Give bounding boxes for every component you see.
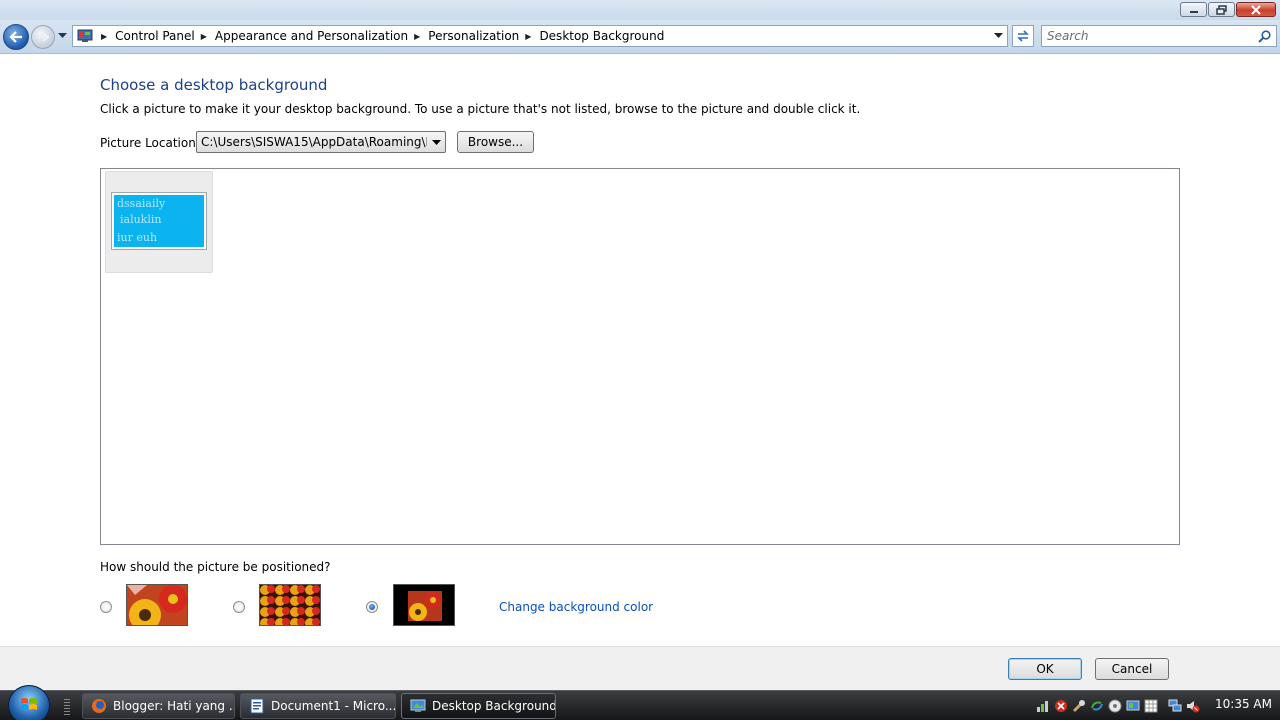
breadcrumb-desktop-background[interactable]: Desktop Background: [539, 29, 664, 43]
close-icon: [1251, 4, 1261, 15]
address-dropdown-icon[interactable]: [994, 33, 1003, 39]
sync-icon[interactable]: [1090, 699, 1104, 713]
taskbar-item-label: Blogger: Hati yang ...: [113, 699, 235, 713]
back-button[interactable]: [3, 24, 29, 50]
firefox-icon: [92, 699, 106, 713]
network-computers-icon[interactable]: [1168, 699, 1182, 713]
search-icon[interactable]: [1258, 30, 1271, 43]
windows-logo-icon: [21, 698, 37, 710]
thumbnail-text-line: dssaiaily: [117, 197, 166, 210]
window-controls: [1180, 2, 1276, 17]
position-question: How should the picture be positioned?: [100, 560, 331, 574]
position-center-preview[interactable]: [393, 584, 455, 626]
picture-location-label: Picture Location: [100, 136, 196, 150]
ok-button[interactable]: OK: [1008, 658, 1082, 680]
thumbnail-text-line: ialuklin: [120, 213, 161, 226]
search-box[interactable]: [1041, 25, 1277, 47]
title-bar: [0, 0, 1280, 20]
position-tile-radio[interactable]: [233, 601, 245, 613]
position-center-radio[interactable]: [366, 601, 378, 613]
network-signal-icon[interactable]: [1036, 699, 1050, 713]
taskbar-item-desktop-background[interactable]: Desktop Background: [401, 693, 556, 719]
navigation-bar: ▶ Control Panel ▶ Appearance and Persona…: [0, 20, 1280, 54]
taskbar-item-blogger[interactable]: Blogger: Hati yang ...: [82, 693, 235, 719]
position-fit-preview[interactable]: [126, 584, 188, 626]
flower-preview-icon: [127, 585, 187, 625]
arrow-left-icon: [9, 31, 22, 43]
refresh-icon: [1017, 30, 1029, 42]
taskbar-item-label: Desktop Background: [432, 699, 556, 713]
flower-center-preview-icon: [394, 585, 454, 625]
desktop-background-icon: [410, 699, 426, 712]
antivirus-icon[interactable]: [1054, 699, 1068, 713]
taskbar-grip[interactable]: [64, 699, 70, 715]
dialog-button-bar: OK Cancel: [0, 646, 1280, 690]
chevron-down-icon: [432, 140, 441, 145]
minimize-icon: [1189, 10, 1198, 13]
breadcrumb-separator-icon[interactable]: ▶: [101, 32, 107, 41]
restore-icon: [1215, 4, 1227, 15]
breadcrumb-separator-icon[interactable]: ▶: [525, 32, 531, 41]
picture-gallery[interactable]: dssaiaily ialuklin iur euh: [100, 168, 1180, 545]
flower-tile-preview-icon: [260, 585, 320, 625]
breadcrumb-separator-icon[interactable]: ▶: [201, 32, 207, 41]
breadcrumb-separator-icon[interactable]: ▶: [414, 32, 420, 41]
taskbar-item-label: Document1 - Micro...: [271, 699, 396, 713]
picture-thumbnail[interactable]: dssaiaily ialuklin iur euh: [105, 171, 213, 273]
thumbnail-picture: dssaiaily ialuklin iur euh: [117, 197, 166, 244]
breadcrumb: ▶ Control Panel ▶ Appearance and Persona…: [97, 29, 664, 43]
minimize-button[interactable]: [1180, 2, 1207, 17]
control-panel-icon: [77, 29, 93, 42]
volume-muted-icon[interactable]: [1186, 699, 1200, 713]
search-input[interactable]: [1047, 29, 1257, 43]
start-button[interactable]: [8, 685, 50, 720]
close-button[interactable]: [1236, 2, 1276, 17]
refresh-button[interactable]: [1012, 25, 1034, 47]
calendar-grid-icon[interactable]: [1144, 699, 1158, 713]
browse-button[interactable]: Browse...: [457, 131, 534, 153]
word-icon: [250, 698, 264, 714]
monitor-app-icon[interactable]: [1126, 699, 1140, 713]
address-bar[interactable]: ▶ Control Panel ▶ Appearance and Persona…: [72, 25, 1008, 47]
arrow-right-icon: [38, 32, 49, 42]
picture-location-dropdown[interactable]: C:\Users\SISWA15\AppData\Roaming\Micr: [196, 131, 446, 153]
change-background-color-link[interactable]: Change background color: [499, 600, 653, 614]
picture-location-value: C:\Users\SISWA15\AppData\Roaming\Micr: [201, 135, 427, 149]
thumbnail-text-line: iur euh: [117, 231, 157, 244]
tools-icon[interactable]: [1072, 699, 1086, 713]
position-fit-radio[interactable]: [100, 601, 112, 613]
breadcrumb-control-panel[interactable]: Control Panel: [115, 29, 195, 43]
content-area: Choose a desktop background Click a pict…: [0, 55, 1280, 646]
taskbar-item-document1[interactable]: Document1 - Micro...: [240, 693, 396, 719]
cancel-button[interactable]: Cancel: [1095, 658, 1169, 680]
breadcrumb-appearance-personalization[interactable]: Appearance and Personalization: [215, 29, 408, 43]
breadcrumb-personalization[interactable]: Personalization: [428, 29, 519, 43]
recent-pages-dropdown-icon[interactable]: [58, 33, 67, 39]
restore-button[interactable]: [1208, 2, 1235, 17]
page-description: Click a picture to make it your desktop …: [100, 102, 861, 116]
page-title: Choose a desktop background: [100, 76, 328, 94]
forward-button[interactable]: [31, 25, 55, 49]
thumbnail-image: dssaiaily ialuklin iur euh: [112, 193, 206, 249]
taskbar: Blogger: Hati yang ... Document1 - Micro…: [0, 685, 1280, 720]
position-tile-preview[interactable]: [259, 584, 321, 626]
taskbar-clock[interactable]: 10:35 AM: [1215, 697, 1272, 711]
connection-icon[interactable]: [1108, 699, 1122, 713]
